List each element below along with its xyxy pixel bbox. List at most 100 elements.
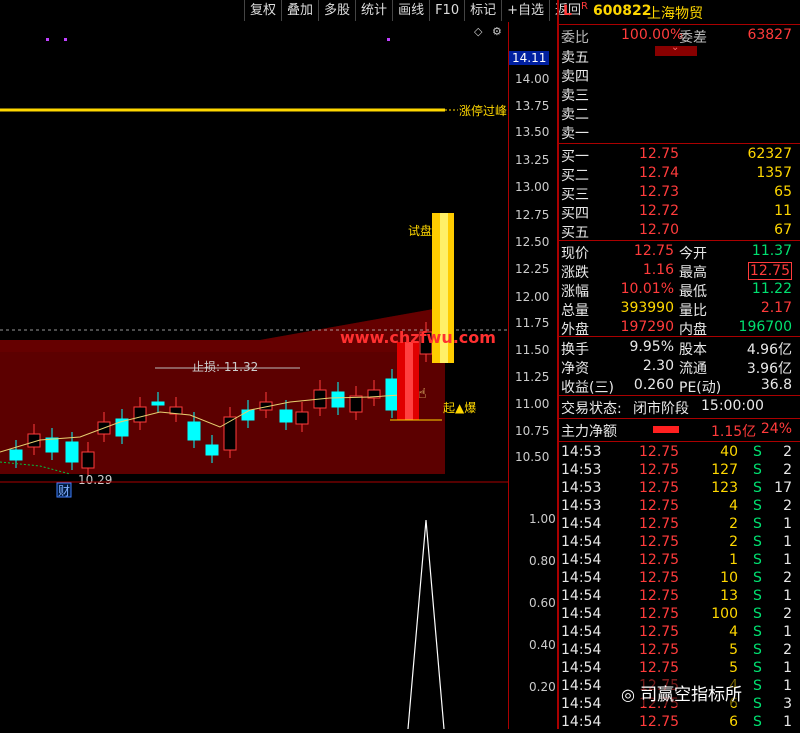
tick-time: 14:53 bbox=[561, 498, 602, 514]
tick-price: 12.75 bbox=[639, 498, 680, 514]
tick-side: S bbox=[753, 498, 762, 514]
tick-volume: 6 bbox=[729, 714, 738, 730]
tick-count: 17 bbox=[774, 480, 792, 496]
tick-volume: 40 bbox=[720, 444, 738, 460]
tick-count: 2 bbox=[783, 570, 792, 586]
indicator-spike bbox=[407, 519, 445, 729]
buy-label: 买五 bbox=[561, 225, 589, 241]
tick-time: 14:54 bbox=[561, 588, 602, 604]
quote-value: 2.17 bbox=[760, 300, 792, 316]
tick-volume: 2 bbox=[729, 534, 738, 550]
tick-volume: 4 bbox=[729, 498, 738, 514]
quote-value: 11.22 bbox=[751, 281, 792, 297]
toolbar-button-6[interactable]: 标记 bbox=[464, 0, 502, 21]
tick-time: 14:54 bbox=[561, 552, 602, 568]
weicha-value: 63827 bbox=[747, 27, 792, 43]
trade-status-label: 交易状态: bbox=[561, 401, 622, 417]
toolbar-button-0[interactable]: 复权 bbox=[244, 0, 282, 21]
toolbar-button-1[interactable]: 叠加 bbox=[281, 0, 319, 21]
buy-row: 买二 12.74 1357 bbox=[559, 165, 800, 184]
tick-count: 1 bbox=[783, 516, 792, 532]
tick-count: 1 bbox=[783, 678, 792, 694]
tick-side: S bbox=[753, 480, 762, 496]
sell-label: 卖二 bbox=[561, 107, 589, 123]
diamond-icon[interactable]: ◇ bbox=[474, 25, 483, 38]
tick-time: 14:53 bbox=[561, 462, 602, 478]
r-tag: R bbox=[581, 1, 588, 12]
tick-volume: 5 bbox=[729, 642, 738, 658]
kline-chart[interactable]: 涨停过峰 止损: 11.32 试盘 起▲爆 10.29 财 www.chzfwu… bbox=[0, 22, 508, 729]
tick-row: 14:54 12.75 1 S 1 bbox=[559, 552, 800, 571]
weicha-label: 委差 bbox=[679, 30, 707, 46]
tick-volume: 13 bbox=[720, 588, 738, 604]
main-flow-value: 1.15亿 bbox=[711, 424, 757, 440]
tick-count: 2 bbox=[783, 462, 792, 478]
tick-price: 12.75 bbox=[639, 516, 680, 532]
toolbar-button-3[interactable]: 统计 bbox=[355, 0, 393, 21]
stat-label: 流通 bbox=[679, 361, 707, 377]
buy-row: 买五 12.70 67 bbox=[559, 222, 800, 241]
candle bbox=[45, 437, 59, 453]
tick-row: 14:54 12.75 100 S 2 bbox=[559, 606, 800, 625]
candle bbox=[223, 416, 237, 451]
price-label: 12.75 bbox=[515, 208, 550, 222]
stat-value: 2.30 bbox=[642, 358, 674, 374]
gear-icon[interactable]: ⚙ bbox=[492, 25, 502, 38]
toolbar-button-7[interactable]: +自选 bbox=[501, 0, 550, 21]
stat-row: 净资 2.30 流通 3.96亿 bbox=[559, 358, 800, 377]
quote-value: 1.16 bbox=[642, 262, 674, 278]
tick-row: 14:53 12.75 40 S 2 bbox=[559, 444, 800, 463]
quote-label: 涨跌 bbox=[561, 265, 589, 281]
tick-row: 14:54 12.75 10 S 2 bbox=[559, 570, 800, 589]
stat-row: 换手 9.95% 股本 4.96亿 bbox=[559, 339, 800, 358]
buy-volume: 65 bbox=[774, 184, 792, 200]
burst-bar-highlight bbox=[405, 342, 413, 420]
tick-row: 14:54 12.75 5 S 2 bbox=[559, 642, 800, 661]
toolbar-button-5[interactable]: F10 bbox=[429, 0, 465, 21]
tick-count: 2 bbox=[783, 606, 792, 622]
quote-value: 393990 bbox=[620, 300, 674, 316]
tick-volume: 4 bbox=[729, 624, 738, 640]
tick-count: 1 bbox=[783, 588, 792, 604]
tick-side: S bbox=[753, 606, 762, 622]
price-label: 12.50 bbox=[515, 235, 550, 249]
candle bbox=[331, 391, 345, 408]
buy-label: 买三 bbox=[561, 187, 589, 203]
stop-label: 止损: 11.32 bbox=[192, 360, 258, 374]
tick-time: 14:54 bbox=[561, 624, 602, 640]
tick-time: 14:54 bbox=[561, 696, 602, 712]
quote-value: 197290 bbox=[620, 319, 674, 335]
tick-row: 14:54 12.75 4S 1 bbox=[559, 624, 800, 643]
weibi-row: 委比 100.00% 委差 63827 bbox=[559, 27, 800, 46]
quote-row: 现价 12.75 今开 11.37 bbox=[559, 243, 800, 262]
tick-price: 12.75 bbox=[639, 660, 680, 676]
tick-side: S bbox=[753, 696, 762, 712]
toolbar-button-4[interactable]: 画线 bbox=[392, 0, 430, 21]
sell-row: 卖一 bbox=[559, 123, 800, 142]
price-label: 11.00 bbox=[515, 397, 550, 411]
tick-price: 12.75 bbox=[639, 480, 680, 496]
low-price-label: 10.29 bbox=[78, 473, 112, 487]
price-label: 10.75 bbox=[515, 424, 550, 438]
tick-row: 14:54 12.75 2 S 1 bbox=[559, 534, 800, 553]
toolbar-button-2[interactable]: 多股 bbox=[318, 0, 356, 21]
main-flow-label: 主力净额 bbox=[561, 424, 617, 440]
price-axis: 14.11 14.00 13.75 13.50 13.25 13.00 12.75 12.50… bbox=[508, 22, 559, 729]
stat-label: 换手 bbox=[561, 342, 589, 358]
trade-status-row: 交易状态: 闭市阶段 15:00:00 bbox=[559, 398, 800, 417]
quote-panel: L R 600822 上海物贸 委比 100.00% 委差 63827 ⌄ 卖五… bbox=[559, 0, 800, 730]
stock-code: 600822 bbox=[593, 3, 652, 19]
tick-volume: 5 bbox=[729, 660, 738, 676]
wechat-icon: ◎ bbox=[621, 685, 635, 704]
quote-row: 涨幅 10.01% 最低 11.22 bbox=[559, 281, 800, 300]
indicator-label: 0.60 bbox=[529, 596, 556, 610]
indicator-label: 1.00 bbox=[529, 512, 556, 526]
cursor-hand-icon: ☝ bbox=[418, 386, 427, 402]
quote-row: 总量 393990 量比 2.17 bbox=[559, 300, 800, 319]
buy-volume: 67 bbox=[774, 222, 792, 238]
tick-side: S bbox=[753, 588, 762, 604]
price-label: 12.00 bbox=[515, 290, 550, 304]
candle bbox=[151, 401, 165, 406]
tick-time: 14:54 bbox=[561, 642, 602, 658]
tick-side: S bbox=[753, 552, 762, 568]
